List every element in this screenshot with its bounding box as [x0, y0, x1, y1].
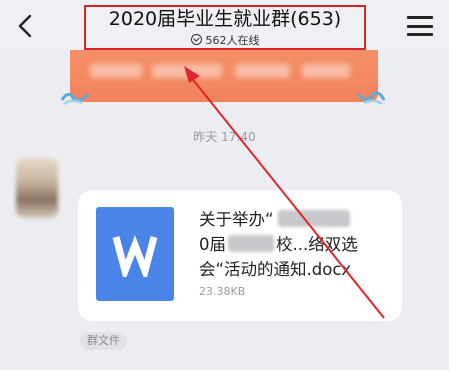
redacted-text — [277, 210, 350, 227]
wave-decoration-icon — [60, 93, 90, 106]
word-w-glyph — [112, 235, 158, 277]
menu-button[interactable] — [407, 13, 433, 39]
file-name-text: 校...络双选 — [276, 235, 358, 254]
online-count: 562人在线 — [205, 33, 260, 47]
file-message-card[interactable]: 关于举办“ 0届 校...络双选 会“活动的通知.docx 23.38KB — [78, 190, 402, 321]
group-notice-banner[interactable] — [70, 50, 378, 102]
hamburger-line — [407, 24, 433, 28]
file-name-text: 0届 — [199, 235, 226, 254]
redacted-text — [228, 235, 274, 252]
group-file-tag[interactable]: 群文件 — [80, 332, 127, 350]
chat-header: 2020届毕业生就业群(653) 562人在线 — [0, 0, 449, 54]
online-check-icon — [190, 34, 202, 45]
wave-decoration-icon — [356, 91, 386, 106]
word-document-icon — [96, 207, 174, 301]
hamburger-line — [407, 33, 433, 36]
blurred-text — [302, 64, 350, 78]
blurred-text — [90, 64, 142, 78]
back-button[interactable] — [12, 11, 38, 41]
hamburger-menu-icon — [407, 16, 433, 19]
blurred-text — [152, 64, 222, 78]
online-status: 562人在线 — [190, 32, 260, 48]
group-title: 2020届毕业生就业群(653) — [108, 7, 342, 30]
file-name-line-1: 关于举办“ — [199, 207, 389, 232]
message-timestamp: 昨天 17:40 — [193, 130, 256, 144]
blurred-text — [235, 64, 290, 78]
file-name: 关于举办“ 0届 校...络双选 会“活动的通知.docx — [199, 207, 389, 282]
file-name-line-2: 0届 校...络双选 — [199, 232, 389, 257]
file-size: 23.38KB — [199, 285, 246, 298]
chevron-left-icon — [18, 14, 32, 38]
file-name-text: 关于举办“ — [199, 210, 274, 229]
file-name-line-3: 会“活动的通知.docx — [199, 260, 352, 279]
avatar[interactable] — [16, 158, 58, 218]
group-title-highlight[interactable]: 2020届毕业生就业群(653) 562人在线 — [84, 5, 366, 50]
